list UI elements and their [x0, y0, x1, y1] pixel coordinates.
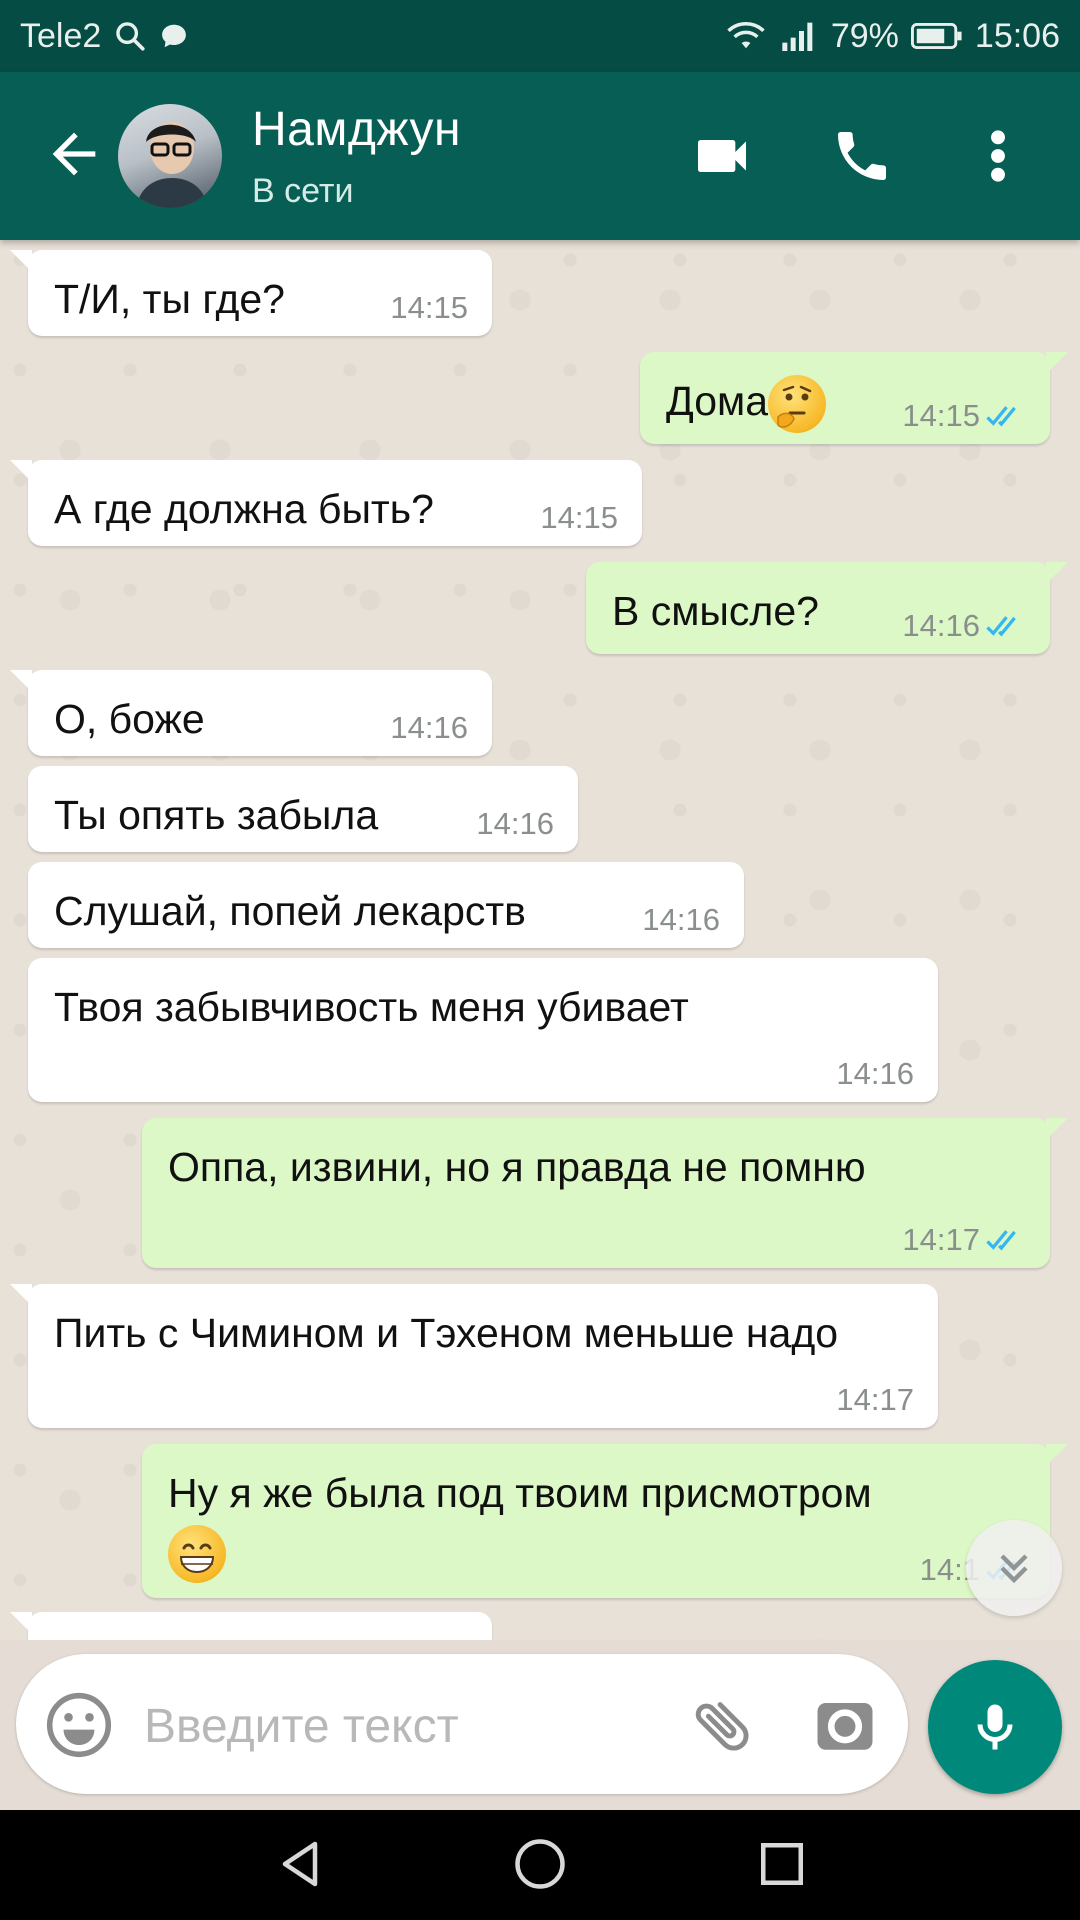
- message-bubble[interactable]: В смысле? 14:16: [586, 562, 1068, 654]
- message-time: 14:15: [902, 398, 1030, 434]
- message-text: Ну я же была под твоим присмотром: [168, 1470, 872, 1516]
- scroll-to-bottom-button[interactable]: [966, 1520, 1062, 1616]
- message-bubble[interactable]: Слушай, попей лекарств 14:16: [28, 862, 744, 948]
- message-bubble[interactable]: Ты опять забыла 14:16: [28, 766, 578, 852]
- message-text: Пить с Чимином и Тэхеном меньше надо: [54, 1310, 839, 1356]
- video-call-icon[interactable]: [690, 124, 754, 193]
- message-text: О, боже: [54, 696, 205, 742]
- wifi-icon: [725, 18, 767, 54]
- contact-name[interactable]: Намджун: [252, 102, 461, 157]
- read-ticks-icon: [986, 406, 1016, 427]
- message-bubble[interactable]: А: [10, 1612, 492, 1640]
- message-text: Слушай, попей лекарств: [54, 888, 526, 934]
- carrier-label: Tele2: [20, 16, 102, 55]
- message-time: 14:16: [476, 806, 554, 841]
- mic-icon: [977, 1704, 1013, 1750]
- chat-notification-icon: [159, 21, 189, 51]
- read-ticks-icon: [986, 616, 1016, 637]
- nav-back-icon[interactable]: [270, 1834, 330, 1899]
- search-icon: [113, 19, 147, 53]
- phone-call-icon[interactable]: [830, 124, 894, 193]
- system-nav-bar: [0, 1810, 1080, 1920]
- message-time: 14:17: [836, 1382, 914, 1417]
- message-bubble[interactable]: А где должна быть? 14:15: [10, 460, 642, 546]
- message-text: Твоя забывчивость меня убивает: [54, 984, 689, 1030]
- contact-status: В сети: [252, 172, 354, 210]
- double-chevron-down-icon: [1000, 1554, 1028, 1584]
- message-bubble[interactable]: Пить с Чимином и Тэхеном меньше надо 14:…: [10, 1284, 938, 1428]
- message-time: 14:16: [390, 710, 468, 745]
- battery-icon: [910, 21, 963, 51]
- read-ticks-icon: [986, 1230, 1016, 1251]
- grinning-face-emoji: [168, 1525, 226, 1584]
- message-text: А: [54, 1638, 81, 1640]
- camera-icon[interactable]: [812, 1692, 878, 1763]
- chat-messages[interactable]: Т/И, ты где? 14:15 Дома 14:15 А где долж…: [0, 240, 1080, 1640]
- nav-recents-icon[interactable]: [752, 1834, 812, 1899]
- attach-icon[interactable]: [690, 1692, 756, 1763]
- mic-button[interactable]: [928, 1660, 1062, 1794]
- message-time: 14:17: [902, 1222, 1030, 1258]
- message-text: В смысле?: [612, 588, 819, 634]
- message-time: 14:16: [902, 608, 1030, 644]
- message-time: 14:16: [642, 902, 720, 937]
- message-input[interactable]: [142, 1690, 666, 1762]
- message-time: 14:16: [836, 1056, 914, 1091]
- message-bubble[interactable]: Твоя забывчивость меня убивает 14:16: [28, 958, 938, 1102]
- message-text: Т/И, ты где?: [54, 276, 285, 322]
- thinking-face-emoji: [768, 375, 827, 434]
- message-text: Оппа, извини, но я правда не помню: [168, 1144, 866, 1190]
- message-bubble[interactable]: О, боже 14:16: [10, 670, 492, 756]
- message-bubble[interactable]: Ну я же была под твоим присмотром 14:1: [142, 1444, 1068, 1598]
- message-time: 14:15: [390, 290, 468, 325]
- message-composer: [16, 1654, 908, 1794]
- status-bar: Tele2 79% 15:06: [0, 0, 1080, 72]
- signal-icon: [779, 19, 819, 53]
- back-arrow-icon[interactable]: [42, 122, 106, 186]
- avatar[interactable]: [118, 104, 222, 208]
- message-text: Дома: [666, 378, 769, 424]
- chat-header: Намджун В сети: [0, 72, 1080, 240]
- battery-percent: 79%: [830, 16, 899, 55]
- more-vert-icon[interactable]: [978, 124, 1018, 193]
- message-bubble[interactable]: Дома 14:15: [640, 352, 1068, 444]
- message-time: 14:15: [540, 500, 618, 535]
- emoji-icon[interactable]: [42, 1688, 116, 1767]
- message-text: Ты опять забыла: [54, 792, 379, 838]
- message-text: А где должна быть?: [54, 486, 434, 532]
- message-bubble[interactable]: Оппа, извини, но я правда не помню 14:17: [142, 1118, 1068, 1268]
- message-bubble[interactable]: Т/И, ты где? 14:15: [10, 250, 492, 336]
- clock: 15:06: [974, 16, 1060, 55]
- nav-home-icon[interactable]: [510, 1834, 570, 1899]
